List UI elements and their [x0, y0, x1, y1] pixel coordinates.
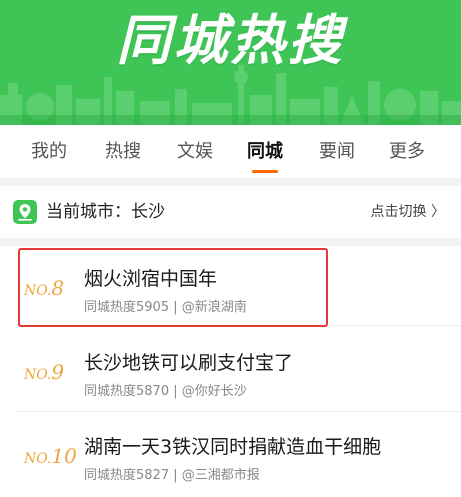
tab-label: 文娱 — [177, 141, 213, 162]
divider — [16, 411, 461, 412]
tab-label: 同城 — [247, 141, 283, 162]
rank-number: 8 — [51, 276, 65, 300]
rank-badge: NO.9 — [24, 360, 76, 384]
tab-local-city[interactable]: 同城 — [234, 125, 296, 178]
active-tab-indicator — [252, 170, 278, 173]
rank-prefix: NO. — [24, 451, 52, 467]
rank-prefix: NO. — [24, 283, 52, 299]
header-banner: 同城热搜 — [0, 0, 461, 125]
list-item[interactable]: NO.8 烟火浏宿中国年 同城热度5905 | @新浪湖南 — [0, 246, 461, 326]
location-map-icon — [13, 200, 37, 224]
item-title: 烟火浏宿中国年 — [84, 268, 218, 290]
switch-city-button[interactable]: 点击切换 〉 — [371, 186, 445, 238]
item-meta: 同城热度5827 | @三湘都市报 — [84, 468, 260, 483]
tab-mine[interactable]: 我的 — [18, 125, 80, 178]
tab-headlines[interactable]: 要闻 — [306, 125, 368, 178]
tab-entertainment[interactable]: 文娱 — [164, 125, 226, 178]
tab-more[interactable]: 更多 — [376, 125, 438, 178]
rank-prefix: NO. — [24, 367, 52, 383]
tab-label: 热搜 — [105, 141, 141, 162]
tab-label: 更多 — [389, 141, 425, 162]
current-city-bar: 当前城市：长沙 点击切换 〉 — [0, 186, 461, 238]
list-item[interactable]: NO.9 长沙地铁可以刷支付宝了 同城热度5870 | @你好长沙 — [0, 332, 461, 412]
current-city-label: 当前城市：长沙 — [46, 202, 165, 222]
item-title: 长沙地铁可以刷支付宝了 — [84, 352, 294, 374]
list-item[interactable]: NO.10 湖南一天3铁汉同时捐献造血干细胞 同城热度5827 | @三湘都市报 — [0, 416, 461, 496]
divider — [16, 325, 461, 326]
section-divider — [0, 178, 461, 186]
item-meta: 同城热度5905 | @新浪湖南 — [84, 300, 247, 315]
tab-label: 我的 — [31, 141, 67, 162]
rank-number: 10 — [51, 444, 77, 468]
category-tab-bar: 我的 热搜 文娱 同城 要闻 更多 — [0, 125, 461, 178]
rank-number: 9 — [51, 360, 65, 384]
item-meta: 同城热度5870 | @你好长沙 — [84, 384, 247, 399]
rank-badge: NO.8 — [24, 276, 76, 300]
item-title: 湖南一天3铁汉同时捐献造血干细胞 — [84, 436, 382, 458]
tab-hot-search[interactable]: 热搜 — [92, 125, 154, 178]
rank-badge: NO.10 — [24, 444, 77, 468]
section-divider — [0, 238, 461, 246]
tab-label: 要闻 — [319, 141, 355, 162]
banner-title: 同城热搜 — [116, 9, 345, 72]
